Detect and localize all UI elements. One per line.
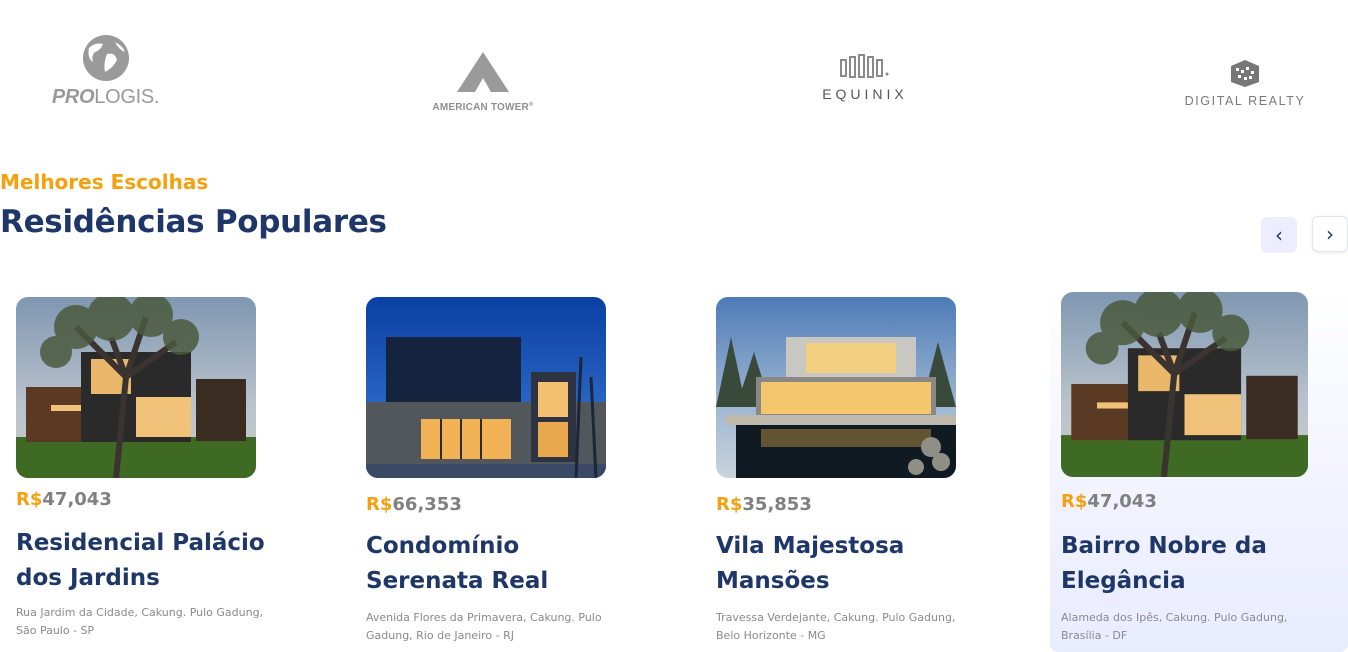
property-address: Avenida Flores da Primavera, Cakung. Pul…	[366, 611, 602, 642]
property-image[interactable]	[716, 297, 956, 478]
property-price: R$66,353	[366, 494, 462, 515]
currency-symbol: R$	[716, 494, 743, 515]
property-price: R$35,853	[716, 494, 812, 515]
property-name[interactable]: Condomínio Serenata Real	[366, 529, 621, 599]
american-tower-logo: AMERICAN TOWER®	[410, 50, 556, 113]
digital-realty-cube-icon	[1231, 60, 1259, 87]
carousel-next-button[interactable]: ›	[1312, 216, 1348, 252]
property-address: Rua Jardim da Cidade, Cakung. Pulo Gadun…	[16, 606, 264, 637]
prologis-label-bold: PRO	[51, 86, 95, 108]
price-value: 47,043	[42, 489, 112, 510]
section-title: Residências Populares	[0, 204, 387, 240]
carousel-prev-button[interactable]: ‹	[1261, 217, 1297, 253]
equinix-logo: EQUINIX	[808, 54, 922, 102]
property-card-active[interactable]: R$47,043 Bairro Nobre da Elegância Alame…	[1050, 292, 1348, 652]
price-value: 35,853	[742, 494, 812, 515]
currency-symbol: R$	[16, 489, 43, 510]
american-tower-trademark: ®	[528, 102, 534, 108]
tower-peak-icon	[457, 52, 509, 92]
property-image[interactable]	[16, 297, 256, 478]
price-value: 66,353	[392, 494, 462, 515]
chevron-left-icon: ‹	[1275, 223, 1283, 247]
digital-realty-logo: DIGITAL REALTY	[1170, 58, 1320, 108]
property-price: R$47,043	[16, 489, 112, 510]
equinix-label: EQUINIX	[822, 86, 908, 102]
equinix-bars-icon	[840, 54, 889, 78]
property-card[interactable]: R$35,853 Vila Majestosa Mansões Travessa…	[716, 292, 1006, 652]
currency-symbol: R$	[1061, 491, 1088, 512]
property-name[interactable]: Residencial Palácio dos Jardins	[16, 526, 271, 596]
chevron-right-icon: ›	[1326, 222, 1334, 246]
price-value: 47,043	[1087, 491, 1157, 512]
globe-icon	[82, 35, 129, 81]
property-card[interactable]: R$66,353 Condomínio Serenata Real Avenid…	[366, 292, 656, 652]
partner-logos: PROLOGIS. AMERICAN TOWER® EQUINIX DIGITA…	[0, 0, 1348, 150]
property-address: Alameda dos Ipês, Cakung. Pulo Gadung, B…	[1061, 611, 1288, 642]
prologis-logo: PROLOGIS.	[38, 34, 173, 109]
section-eyebrow: Melhores Escolhas	[0, 170, 209, 194]
property-name[interactable]: Bairro Nobre da Elegância	[1061, 529, 1316, 599]
property-card[interactable]: R$47,043 Residencial Palácio dos Jardins…	[16, 292, 306, 652]
prologis-label-rest: LOGIS.	[94, 86, 160, 108]
property-name[interactable]: Vila Majestosa Mansões	[716, 529, 971, 599]
property-address: Travessa Verdejante, Cakung. Pulo Gadung…	[716, 611, 956, 642]
property-image[interactable]	[1061, 292, 1308, 477]
property-image[interactable]	[366, 297, 606, 478]
currency-symbol: R$	[366, 494, 393, 515]
american-tower-label: AMERICAN TOWER	[432, 102, 529, 113]
property-price: R$47,043	[1061, 491, 1157, 512]
digital-realty-label: DIGITAL REALTY	[1184, 94, 1306, 108]
